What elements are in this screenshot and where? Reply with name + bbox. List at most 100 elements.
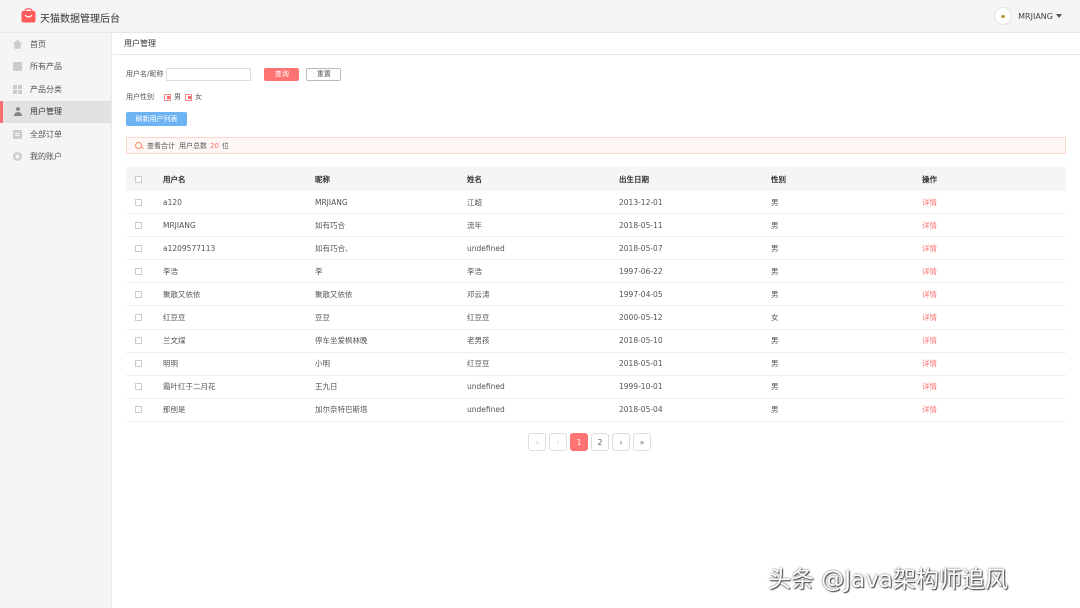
row-checkbox-cell (126, 267, 163, 275)
table-body: a120 MRJIANG 江超 2013-12-01 男详情 MRJIANG 如有巧合 流年 2… (126, 191, 1066, 422)
user-icon (13, 107, 22, 117)
first-page-button[interactable]: « (528, 433, 546, 451)
details-link[interactable]: 详情 (922, 404, 1066, 415)
sidebar-item-categories[interactable]: 产品分类 (0, 78, 111, 101)
name-label: 用户名/昵称 (126, 70, 164, 78)
table-cell: 女 (771, 313, 779, 323)
table-cell: 2018-05-01 (619, 359, 663, 369)
table-cell: 如有巧合 (315, 220, 345, 230)
male-label[interactable]: 男 (174, 92, 181, 102)
row-checkbox[interactable] (135, 337, 142, 345)
search-input[interactable] (166, 67, 252, 81)
prev-page-button[interactable]: ‹ (549, 433, 567, 451)
select-all-checkbox[interactable] (135, 175, 142, 183)
sidebar-item-home[interactable]: 首页 (0, 33, 111, 56)
details-link[interactable]: 详情 (922, 197, 1066, 208)
row-checkbox[interactable] (135, 360, 142, 368)
table-cell: 男 (771, 336, 779, 346)
table-cell: 2013-12-01 (619, 197, 663, 207)
query-button[interactable]: 查询 (264, 67, 300, 81)
tmall-logo-icon[interactable] (21, 7, 36, 23)
details-link[interactable]: 详情 (922, 266, 1066, 277)
row-checkbox[interactable] (135, 267, 142, 275)
row-checkbox[interactable] (135, 244, 142, 252)
top-header: 天猫数据管理后台 MRJIANG (0, 0, 1080, 33)
table-cell: 男 (771, 382, 779, 392)
details-link[interactable]: 详情 (922, 335, 1066, 346)
refresh-list-button[interactable]: 刷新用户列表 (126, 112, 187, 126)
column-header[interactable]: 用户名 (163, 174, 315, 185)
table-cell: 邓云涛 (467, 289, 490, 299)
row-checkbox[interactable] (135, 221, 142, 229)
table-row: a120 MRJIANG 江超 2013-12-01 男 详情 (126, 191, 1066, 215)
page-2-button[interactable]: 2 (591, 433, 609, 451)
table-cell: MRJIANG (315, 197, 348, 207)
row-checkbox-cell (126, 290, 163, 298)
sidebar-item-label: 用户管理 (30, 107, 62, 117)
sidebar-item-users[interactable]: 用户管理 (0, 100, 111, 123)
table-row: 聚散又依依 聚散又依依 邓云涛 1997-04-05 男 详情 (126, 283, 1066, 307)
username[interactable]: MRJIANG (1018, 12, 1053, 21)
female-checkbox[interactable] (185, 93, 192, 101)
row-checkbox-cell (126, 221, 163, 229)
details-link[interactable]: 详情 (922, 312, 1066, 323)
reset-button[interactable]: 重置 (306, 67, 342, 81)
table-cell: 王九日 (315, 382, 338, 392)
female-label[interactable]: 女 (195, 92, 202, 102)
sidebar-item-orders[interactable]: 全部订单 (0, 123, 111, 146)
table-cell: 男 (771, 243, 779, 253)
page-1-button[interactable]: 1 (570, 433, 588, 451)
row-checkbox-cell (126, 198, 163, 206)
row-checkbox[interactable] (135, 290, 142, 298)
table-cell: 2000-05-12 (619, 313, 663, 323)
user-count: 20 (210, 141, 219, 150)
order-icon (13, 129, 22, 139)
row-checkbox[interactable] (135, 198, 142, 206)
table-cell: 聚散又依依 (163, 289, 201, 299)
table-cell: 红豆豆 (467, 359, 490, 369)
table-cell: 江超 (467, 197, 482, 207)
details-link[interactable]: 详情 (922, 243, 1066, 254)
sidebar-item-products[interactable]: 所有产品 (0, 56, 111, 79)
table-cell: 霜叶红于二月花 (163, 382, 216, 392)
avatar[interactable] (994, 7, 1013, 25)
table-cell: 豆豆 (315, 313, 330, 323)
male-checkbox[interactable] (164, 93, 171, 101)
notice-total-label: 用户总数 (179, 141, 207, 150)
details-link[interactable]: 详情 (922, 220, 1066, 231)
gender-filter: 用户性别 男 女 (126, 92, 202, 102)
table-cell: undefined (467, 405, 505, 415)
sidebar-item-label: 首页 (30, 39, 46, 49)
table-cell: 红豆豆 (163, 313, 186, 323)
next-page-button[interactable]: › (612, 433, 630, 451)
product-icon (13, 62, 22, 72)
user-menu[interactable]: MRJIANG (994, 7, 1062, 25)
table-cell: 男 (771, 197, 779, 207)
sidebar-item-account[interactable]: 我的账户 (0, 146, 111, 169)
table-cell: a120 (163, 197, 182, 207)
column-header[interactable]: 性别 (771, 174, 922, 185)
row-checkbox[interactable] (135, 406, 142, 414)
table-cell: 那刨是 (163, 405, 186, 415)
caret-down-icon[interactable] (1056, 14, 1062, 18)
details-link[interactable]: 详情 (922, 358, 1066, 369)
sidebar-item-label: 所有产品 (30, 62, 62, 72)
sidebar-item-label: 产品分类 (30, 84, 62, 94)
details-link[interactable]: 详情 (922, 289, 1066, 300)
gender-label: 用户性别 (126, 93, 154, 101)
details-link[interactable]: 详情 (922, 381, 1066, 392)
row-checkbox[interactable] (135, 314, 142, 322)
table-row: 李浩 李 李浩 1997-06-22 男 详情 (126, 260, 1066, 284)
last-page-button[interactable]: » (633, 433, 651, 451)
grid-icon (13, 84, 22, 94)
column-header[interactable]: 姓名 (467, 174, 619, 185)
select-all-cell (126, 175, 163, 183)
table-row: 那刨是 加尔奈特巴斯塔 undefined 2018-05-04 男 详情 (126, 399, 1066, 422)
sidebar: 首页 所有产品 产品分类 用户管理 全部订单 我的账户 (0, 33, 112, 608)
table-row: 霜叶红于二月花 王九日 undefined 1999-10-01 男 详情 (126, 376, 1066, 399)
row-checkbox[interactable] (135, 383, 142, 391)
notice-unit: 位 (221, 141, 229, 150)
column-header: 操作 (922, 174, 937, 184)
column-header[interactable]: 出生日期 (619, 174, 771, 185)
column-header[interactable]: 昵称 (315, 174, 467, 185)
